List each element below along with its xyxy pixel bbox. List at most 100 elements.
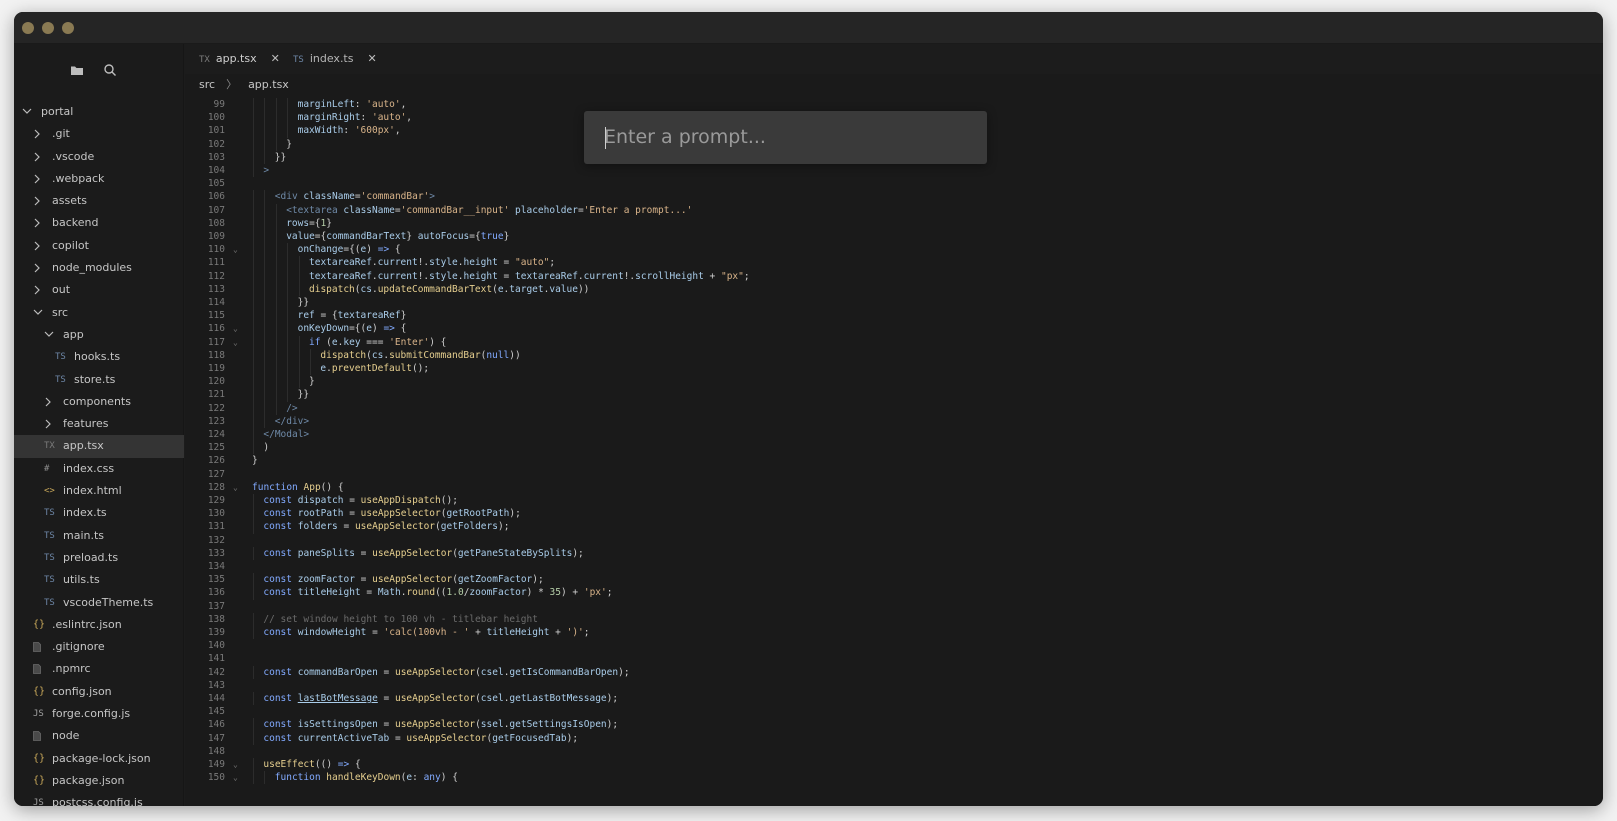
chevron-right-icon[interactable] (33, 168, 43, 190)
ts-file-icon: TS (44, 552, 55, 563)
tree-file[interactable]: JS postcss.config.js (14, 792, 184, 806)
close-window-button[interactable] (22, 22, 34, 34)
tree-file[interactable]: TX app.tsx (14, 435, 184, 458)
chevron-right-icon[interactable] (33, 279, 43, 301)
tree-folder[interactable]: features (14, 413, 184, 435)
tree-file[interactable]: TS hooks.ts (14, 346, 184, 368)
chevron-down-icon[interactable] (22, 101, 32, 123)
tree-file[interactable]: {} .eslintrc.json (14, 614, 184, 636)
code-text: const zoomFactor = useAppSelector(getZoo… (263, 574, 544, 586)
tree-file[interactable]: TS store.ts (14, 369, 184, 391)
tree-folder[interactable]: .git (14, 123, 184, 145)
chevron-down-icon[interactable] (33, 302, 43, 324)
tree-item-label: .webpack (52, 171, 105, 185)
tree-file[interactable]: TS utils.ts (14, 569, 184, 591)
indent-guide (275, 282, 277, 296)
code-line: 137 (185, 600, 1603, 613)
tree-file[interactable]: TS index.ts (14, 502, 184, 524)
tree-folder[interactable]: node_modules (14, 257, 184, 279)
tree-folder[interactable]: src (14, 302, 184, 324)
tree-folder[interactable]: portal (14, 101, 184, 123)
tree-file[interactable]: TS main.ts (14, 525, 184, 547)
code-line: 110 ⌄ onChange={(e) => { (185, 243, 1603, 257)
fold-chevron-icon[interactable]: ⌄ (233, 322, 238, 335)
tree-folder[interactable]: app (14, 324, 184, 346)
chevron-right-icon[interactable] (33, 123, 43, 145)
html-file-icon: <> (44, 486, 55, 497)
tree-file[interactable]: TS vscodeTheme.ts (14, 592, 184, 614)
chevron-right-icon[interactable] (33, 190, 43, 212)
line-number: 127 (207, 468, 225, 480)
code-line: 114}} (185, 296, 1603, 310)
chevron-right-icon[interactable] (33, 212, 43, 234)
indent-guide (264, 414, 266, 428)
maximize-window-button[interactable] (62, 22, 74, 34)
indent-guide (253, 216, 254, 230)
code-line: 136 const titleHeight = Math.round((1.0/z… (185, 586, 1603, 600)
tree-folder[interactable]: backend (14, 212, 184, 234)
tree-file[interactable]: {} config.json (14, 681, 184, 703)
chevron-right-icon[interactable] (44, 413, 54, 435)
tree-folder[interactable]: .vscode (14, 146, 184, 168)
chevron-right-icon[interactable] (33, 235, 43, 257)
css-file-icon: # (44, 463, 50, 474)
code-line: 142 const commandBarOpen = useAppSelector… (185, 665, 1603, 679)
tab-label: app.tsx (215, 52, 257, 65)
chevron-right-icon[interactable] (44, 391, 54, 413)
breadcrumb-item[interactable]: src (199, 78, 215, 91)
tree-file[interactable]: .npmrc (14, 658, 184, 680)
tree-file[interactable]: <> index.html (14, 480, 184, 502)
indent-guide (287, 256, 289, 270)
tree-file[interactable]: .gitignore (14, 636, 184, 658)
folder-icon[interactable] (70, 62, 88, 80)
line-number: 104 (207, 165, 225, 176)
tree-folder[interactable]: components (14, 391, 184, 413)
close-tab-icon[interactable]: ✕ (367, 52, 376, 65)
tree-folder[interactable]: copilot (14, 235, 184, 257)
close-tab-icon[interactable]: ✕ (271, 52, 280, 65)
chevron-right-icon[interactable] (33, 257, 43, 279)
chevron-down-icon[interactable] (44, 324, 54, 346)
code-text: const currentActiveTab = useAppSelector(… (263, 732, 579, 744)
code-editor[interactable]: 99 marginLeft: 'auto', 100 marginRight: 'au… (185, 96, 1603, 806)
tree-file[interactable]: {} package-lock.json (14, 748, 184, 770)
tree-folder[interactable]: .webpack (14, 168, 184, 190)
tree-file[interactable]: TS preload.ts (14, 547, 184, 569)
chevron-right-icon[interactable] (33, 146, 43, 168)
code-text: // set window height to 100 vh - titleba… (263, 613, 538, 625)
indent-guide (253, 230, 254, 244)
indent-guide (253, 164, 254, 178)
tree-file[interactable]: JS forge.config.js (14, 703, 184, 725)
breadcrumb-item[interactable]: app.tsx (248, 78, 289, 91)
fold-chevron-icon[interactable]: ⌄ (233, 481, 238, 494)
prompt-input[interactable] (584, 111, 987, 164)
indent-guide (253, 573, 254, 587)
line-number: 140 (207, 640, 225, 652)
indent-guide (253, 731, 254, 745)
code-line: 139 const windowHeight = 'calc(100vh - ' … (185, 626, 1603, 640)
indent-guide (264, 771, 266, 785)
code-line: 123 </div> (185, 414, 1603, 428)
search-icon[interactable] (103, 62, 121, 80)
indent-guide (264, 190, 266, 204)
indent-guide (253, 375, 254, 389)
fold-chevron-icon[interactable]: ⌄ (233, 336, 238, 349)
tree-file[interactable]: # index.css (14, 458, 184, 480)
fold-chevron-icon[interactable]: ⌄ (233, 771, 238, 784)
fold-chevron-icon[interactable]: ⌄ (233, 758, 238, 771)
minimize-window-button[interactable] (42, 22, 54, 34)
tree-folder[interactable]: assets (14, 190, 184, 212)
tree-file[interactable]: {} package.json (14, 770, 184, 792)
tab-index-ts[interactable]: TS index.ts ✕ (293, 44, 377, 74)
fold-chevron-icon[interactable]: ⌄ (233, 243, 238, 256)
code-line: 143 (185, 679, 1603, 692)
tree-folder[interactable]: out (14, 279, 184, 301)
code-line: 121}} (185, 388, 1603, 402)
indent-guide (275, 296, 277, 310)
tree-file[interactable]: node (14, 725, 184, 747)
line-number: 134 (207, 561, 225, 572)
tree-item-label: .vscode (52, 149, 95, 163)
tsx-file-icon: TX (199, 55, 210, 65)
breadcrumb: src 〉 app.tsx (185, 74, 1603, 96)
tab-app-tsx[interactable]: TX app.tsx ✕ (199, 44, 280, 74)
